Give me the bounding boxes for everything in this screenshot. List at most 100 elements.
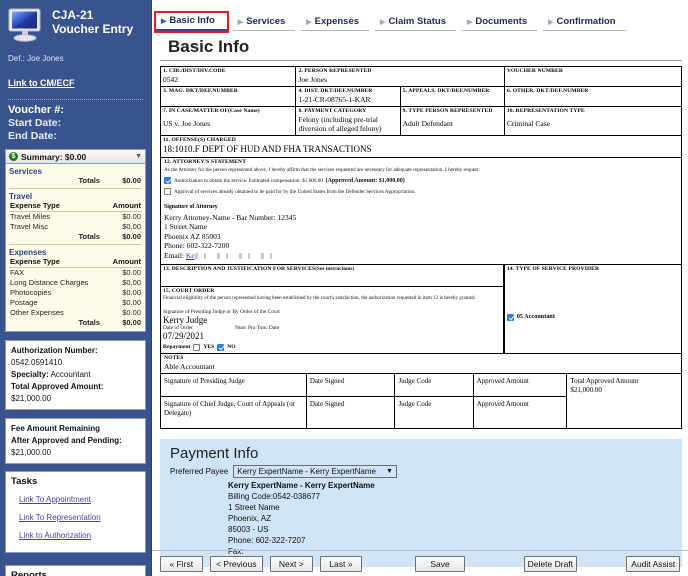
presiding-judge-signature-cell: Signature of Presiding Judge	[160, 372, 307, 397]
table-row: 13. DESCRIPTION AND JUSTIFICATION FOR SE…	[161, 265, 504, 287]
tab-services[interactable]: ▶ Services	[232, 14, 296, 31]
date-of-order-label: Date of Order	[163, 324, 193, 331]
payee-name: Kerry ExpertName - Kerry ExpertName	[228, 480, 375, 490]
cell-case-matter-of: 7. IN CASE/MATTER OF(Case Name) US v. Jo…	[159, 106, 297, 136]
label-offenses-charged: 11. OFFENSE(S) CHARGED	[163, 137, 236, 143]
voucher-number-label: Voucher #:	[8, 104, 65, 116]
attorney-email-link[interactable]: Ke	[186, 251, 195, 260]
summary-services-table: Totals $0.00	[9, 176, 142, 186]
tab-claim-status[interactable]: ▶ Claim Status	[375, 14, 456, 31]
label-type-of-service-provider: 14. TYPE OF SERVICE PROVIDER	[506, 266, 600, 272]
summary-panel: $ Summary: $0.00 ▼ Services Totals $0.00…	[0, 149, 151, 332]
preferred-payee-select[interactable]: Kerry ExpertName - Kerry ExpertName ▼	[233, 464, 397, 478]
next-button[interactable]: Next >	[270, 556, 313, 572]
value-representation-type: Criminal Case	[506, 119, 550, 128]
tab-label: Basic Info	[169, 15, 215, 26]
cell-court-order: 15. COURT ORDER Financial eligibility of…	[161, 286, 504, 353]
first-button[interactable]: « First	[160, 556, 203, 572]
date-signed-cell: Date Signed	[305, 395, 396, 429]
cell-description-justification: 13. DESCRIPTION AND JUSTIFICATION FOR SE…	[161, 265, 504, 287]
tab-confirmation[interactable]: ▶ Confirmation	[543, 14, 626, 31]
cell-dist-dkt-def-number: 4. DIST. DKT/DEF.NUMBER 1-21-CR-08765-1-…	[295, 86, 401, 107]
app-title: CJA-21	[52, 8, 94, 22]
expense-row-type: Other Expenses	[10, 308, 64, 317]
summary-toggle[interactable]: $ Summary: $0.00 ▼	[5, 149, 146, 164]
cell-offenses-charged: 11. OFFENSE(S) CHARGED 18:1010.F DEPT OF…	[160, 135, 682, 158]
expense-row-amount: $0.00	[122, 298, 141, 307]
value-payment-category: Felony (including pre-trial diversion of…	[298, 115, 382, 133]
attorney-statement-intro: As the Attorney for the person represent…	[164, 167, 480, 173]
tab-expenses[interactable]: ▶ Expenses	[301, 14, 370, 31]
total-approved-amount-cell: Total Approved Amount $21,000.00	[566, 372, 682, 429]
table-row: Other Expenses $0.00	[9, 308, 142, 318]
last-button[interactable]: Last »	[319, 556, 363, 572]
table-row: Photocopies $0.00	[9, 288, 142, 298]
voucher-fields: Voucher #: Start Date: End Date:	[0, 100, 151, 149]
cell-payment-category: 8. PAYMENT CATEGORY Felony (including pr…	[295, 106, 401, 136]
table-row: 7. IN CASE/MATTER OF(Case Name) US v. Jo…	[159, 106, 683, 136]
label-notes: NOTES	[164, 354, 184, 361]
tab-bar: ▶ Basic Info ▶ Services ▶ Expenses ▶ Cla…	[152, 0, 688, 33]
sidebar-item-link-to-authorization[interactable]: Link to Authorization	[19, 531, 91, 540]
cell-voucher-number: VOUCHER NUMBER	[503, 66, 683, 87]
label-description-justification: 13. DESCRIPTION AND JUSTIFICATION FOR SE…	[163, 266, 355, 272]
start-date-label: Start Date:	[8, 117, 62, 129]
date-of-order-value: 07/29/2021	[163, 330, 205, 341]
attorney-option-1-row[interactable]: Authorization to obtain the service. Est…	[164, 177, 678, 185]
fee-line1: Fee Amount Remaining	[11, 424, 101, 433]
table-row: 12. ATTORNEY'S STATEMENT As the Attorney…	[160, 157, 682, 265]
sidebar-item-link-to-representation[interactable]: Link To Representation	[19, 513, 101, 522]
label-person-represented: 2. PERSON REPRESENTED	[298, 68, 372, 74]
repayment-label: Repayment	[163, 344, 191, 350]
delete-draft-button[interactable]: Delete Draft	[523, 556, 578, 572]
attorney-option-2-row[interactable]: Approval of services already obtained to…	[164, 188, 678, 196]
signature-table: Signature of Presiding Judge Date Signed…	[160, 372, 682, 429]
attorney-phone: Phone: 602-322-7200	[164, 241, 230, 250]
summary-label: Summary: $0.00	[21, 151, 87, 162]
chevron-right-icon: ▶	[237, 18, 244, 26]
sidebar-item-link-to-appointment[interactable]: Link To Appointment	[19, 495, 91, 504]
table-row: Travel Misc $0.00	[9, 222, 142, 232]
audit-assist-button[interactable]: Audit Assist	[626, 556, 681, 572]
cja21-form: 1. CIR./DIST/DIV.CODE 0542 2. PERSON REP…	[152, 61, 688, 429]
repayment-no-checkbox[interactable]	[217, 343, 225, 351]
expense-row-amount: $0.00	[122, 308, 141, 317]
authorization-checkbox[interactable]	[164, 177, 171, 184]
service-provider-checkbox[interactable]	[506, 314, 514, 321]
tab-label: Documents	[475, 16, 528, 27]
tab-label: Expenses	[314, 16, 360, 27]
tab-documents[interactable]: ▶ Documents	[461, 14, 538, 31]
table-row: 11. OFFENSE(S) CHARGED 18:1010.F DEPT OF…	[160, 135, 682, 158]
cell-appeals-dkt-def-number: 5. APPEALS. DKT/DEF.NUMBER	[399, 86, 505, 107]
cell-attorney-statement: 12. ATTORNEY'S STATEMENT As the Attorney…	[160, 157, 682, 265]
link-to-cmecf[interactable]: Link to CM/ECF	[8, 78, 75, 88]
tab-basic-info[interactable]: ▶ Basic Info	[154, 11, 229, 33]
previous-button[interactable]: < Previous	[209, 556, 264, 572]
attorney-address-1: 1 Street Name	[164, 222, 207, 231]
approval-already-obtained-checkbox[interactable]	[164, 188, 171, 195]
court-order-body: Financial eligibility of the person repr…	[163, 295, 476, 301]
expense-row-amount: $0.00	[122, 278, 141, 287]
travel-row-amount: $0.00	[122, 222, 141, 231]
reports-box: Reports Form CJA21	[5, 565, 146, 576]
chevron-down-icon[interactable]: ▼	[135, 153, 142, 160]
label-attorney-statement: 12. ATTORNEY'S STATEMENT	[164, 159, 247, 165]
repayment-row: Repayment YES NO	[163, 343, 500, 351]
value-cir-dist-div-code: 0542	[163, 75, 178, 84]
travel-row-type: Travel Miles	[10, 212, 51, 221]
attorney-signature-block: Signature of Attorney Kerry Attorney-Nam…	[164, 203, 678, 260]
save-button[interactable]: Save	[415, 556, 466, 572]
dollar-icon: $	[9, 152, 18, 161]
repayment-yes-checkbox[interactable]	[193, 343, 201, 351]
attorney-address-2: Phoenix AZ 85003	[164, 231, 221, 241]
service-provider-row[interactable]: 05 Accountant	[506, 314, 679, 321]
summary-travel-table: Expense Type Amount Travel Miles $0.00 T…	[9, 201, 142, 242]
expenses-col-amount: Amount	[104, 257, 142, 268]
divider	[9, 188, 142, 189]
expenses-totals-label: Totals	[78, 318, 100, 327]
summary-services-title: Services	[9, 167, 42, 176]
tasks-title: Tasks	[11, 476, 38, 487]
services-totals-label: Totals	[78, 176, 100, 185]
expense-row-amount: $0.00	[122, 288, 141, 297]
auth-number-label: Authorization Number:	[11, 346, 98, 355]
